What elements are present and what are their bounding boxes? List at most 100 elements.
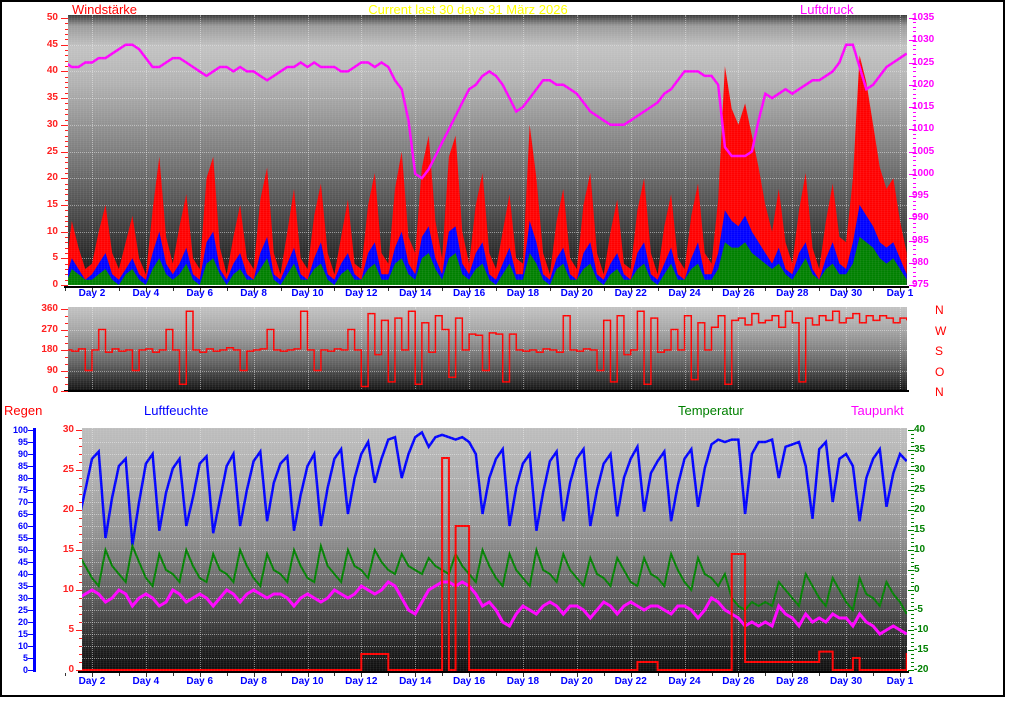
temperature-y-axis-label: 5 <box>914 564 920 575</box>
wind-axis-tick <box>61 18 68 19</box>
temperature-axis-tick <box>908 630 914 631</box>
pressure-axis-tick <box>913 178 916 180</box>
pressure-axis-tick <box>909 151 916 153</box>
top-x-tick <box>549 288 551 291</box>
bottom-x-tick <box>873 673 875 676</box>
temperature-axis-tick <box>911 478 914 479</box>
wind-axis-tick <box>65 76 68 78</box>
bottom-x-tick <box>361 673 363 677</box>
rain-axis-tick <box>79 542 82 543</box>
humidity-y-axis-label: 25 <box>17 605 28 615</box>
compass-label: N <box>935 385 944 399</box>
humidity-axis-tick <box>28 658 33 659</box>
wind-axis-tick <box>65 119 68 121</box>
wind-y-axis-label: 0 <box>52 279 58 290</box>
temperature-axis-tick <box>911 618 914 619</box>
bottom-x-tick <box>307 673 309 677</box>
bottom-x-tick <box>630 673 632 677</box>
humidity-axis-tick <box>28 502 33 503</box>
pressure-axis-tick <box>913 35 916 37</box>
top-x-tick <box>873 288 875 291</box>
wind-y-axis-label: 35 <box>46 92 58 104</box>
top-x-tick <box>846 288 848 292</box>
direction-axis-tick <box>61 370 68 372</box>
bottom-day-label: Day 18 <box>506 676 540 687</box>
pressure-axis-tick <box>913 191 916 193</box>
rain-axis-tick <box>79 574 82 575</box>
humidity-axis-tick <box>28 550 33 551</box>
top-x-tick <box>361 288 363 292</box>
temperature-axis-tick <box>911 494 914 495</box>
bottom-x-tick <box>92 673 93 677</box>
pressure-axis-tick <box>909 196 916 197</box>
pressure-axis-tick <box>913 133 916 135</box>
pressure-axis-tick <box>913 213 916 215</box>
temperature-axis-tick <box>908 430 914 431</box>
pressure-axis-tick <box>913 142 916 144</box>
rain-axis-tick <box>79 462 82 463</box>
temperature-axis-tick <box>911 562 914 563</box>
temperature-axis-tick <box>911 518 914 519</box>
wind-axis-tick <box>61 71 68 73</box>
humidity-chart-label: Luftfeuchte <box>144 403 209 418</box>
bottom-x-tick <box>253 673 255 677</box>
top-x-tick <box>684 288 686 292</box>
bottom-x-tick <box>280 673 282 676</box>
rain-axis-tick <box>76 670 82 671</box>
pressure-axis-tick <box>913 44 916 46</box>
wind-direction-svg <box>68 310 907 388</box>
rain-y-axis-label: 5 <box>68 624 74 635</box>
wind-axis-tick <box>65 279 68 281</box>
wind-axis-tick <box>65 194 68 196</box>
wind-axis-tick <box>61 151 68 153</box>
temperature-axis-tick <box>908 550 914 551</box>
temperature-axis-tick <box>911 634 914 635</box>
wind-axis-tick <box>65 87 68 89</box>
wind-axis-tick <box>61 285 68 286</box>
rain-axis-tick <box>76 630 82 631</box>
direction-y-axis-label: 270 <box>41 323 58 335</box>
bottom-day-label: Day 26 <box>722 676 755 687</box>
pressure-axis-tick <box>913 280 916 282</box>
wind-y-axis-label: 40 <box>46 65 58 77</box>
humidity-y-axis-label: 60 <box>17 521 28 531</box>
rain-y-axis-label: 25 <box>62 464 74 475</box>
pressure-axis-tick <box>913 182 916 184</box>
bottom-x-tick <box>792 673 794 677</box>
temperature-axis-tick <box>911 506 914 507</box>
wind-y-axis-label: 10 <box>46 225 58 237</box>
wind-axis-tick <box>65 135 68 137</box>
top-x-tick <box>819 288 821 291</box>
wind-axis-tick <box>65 210 68 212</box>
humidity-axis-tick <box>28 478 33 479</box>
bottom-day-label: Day 4 <box>132 676 160 687</box>
humidity-y-axis-label: 10 <box>17 641 28 651</box>
temperature-axis-tick <box>908 450 914 451</box>
rain-axis-tick <box>79 534 82 535</box>
wind-y-axis-label: 30 <box>46 118 58 130</box>
rain-axis-tick <box>79 494 82 495</box>
bottom-x-tick <box>496 673 497 676</box>
bottom-x-tick <box>549 673 551 676</box>
temperature-axis-tick <box>908 530 914 531</box>
bottom-x-axis-line <box>78 671 909 673</box>
rain-chart-label: Regen <box>4 403 43 418</box>
top-x-tick <box>522 288 524 292</box>
pressure-axis-tick <box>913 236 916 238</box>
direction-axis-tick <box>61 309 68 310</box>
wind-axis-tick <box>65 188 68 190</box>
humidity-y-axis-label: 45 <box>17 557 28 567</box>
humidity-axis-tick <box>28 574 33 575</box>
temperature-chart-label: Temperatur <box>678 403 744 418</box>
rain-axis-tick <box>76 470 82 471</box>
temperature-y-axis-label: 35 <box>914 444 926 455</box>
temperature-axis-tick <box>911 578 914 579</box>
bottom-x-tick <box>846 673 848 677</box>
top-x-tick <box>145 288 147 292</box>
pressure-axis-tick <box>913 138 916 140</box>
rain-y-axis-label: 15 <box>62 544 74 555</box>
temperature-axis-tick <box>911 466 914 467</box>
temperature-y-axis-label: 0 <box>914 584 920 595</box>
temperature-axis-tick <box>911 434 914 435</box>
wind-axis-tick <box>65 66 68 68</box>
